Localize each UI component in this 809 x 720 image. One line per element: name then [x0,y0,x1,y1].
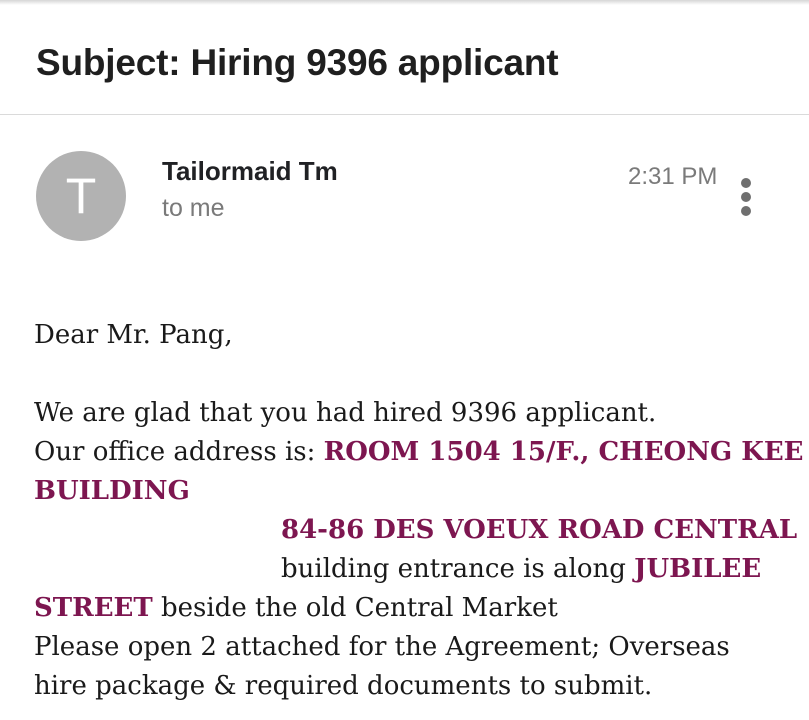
email-greeting: Dear Mr. Pang, [34,320,233,350]
email-body-line: building entrance is along JUBILEE [281,554,761,584]
email-body-line: We are glad that you had hired 9396 appl… [34,398,657,428]
top-shadow [0,0,809,5]
more-options-button[interactable] [732,174,760,220]
more-vertical-icon-dot [741,178,751,188]
entrance-text: building entrance is along [281,554,635,584]
email-body-line: hire package & required documents to sub… [34,671,653,701]
email-subject: Subject: Hiring 9396 applicant [36,42,559,83]
address-highlight: 84-86 DES VOEUX ROAD CENTRAL [281,515,798,545]
sender-name[interactable]: Tailormaid Tm [162,156,338,187]
more-vertical-icon-dot [741,206,751,216]
address-highlight: BUILDING [34,476,190,506]
email-body-line: 84-86 DES VOEUX ROAD CENTRAL [281,515,797,545]
header-divider [0,114,809,115]
street-highlight: STREET [34,593,153,623]
email-body-line: Please open 2 attached for the Agreement… [34,632,730,662]
recipient-line[interactable]: to me [162,194,225,223]
email-body-line: BUILDING [34,476,190,506]
address-label: Our office address is: [34,437,324,467]
email-body-line: STREET beside the old Central Market [34,593,558,623]
more-vertical-icon-dot [741,192,751,202]
street-highlight: JUBILEE [634,554,762,584]
sender-avatar[interactable]: T [36,151,126,241]
email-timestamp: 2:31 PM [628,163,718,190]
email-body-line: Our office address is: ROOM 1504 15/F., … [34,437,803,467]
market-text: beside the old Central Market [152,593,558,623]
address-highlight: ROOM 1504 15/F., CHEONG KEE [323,437,804,467]
